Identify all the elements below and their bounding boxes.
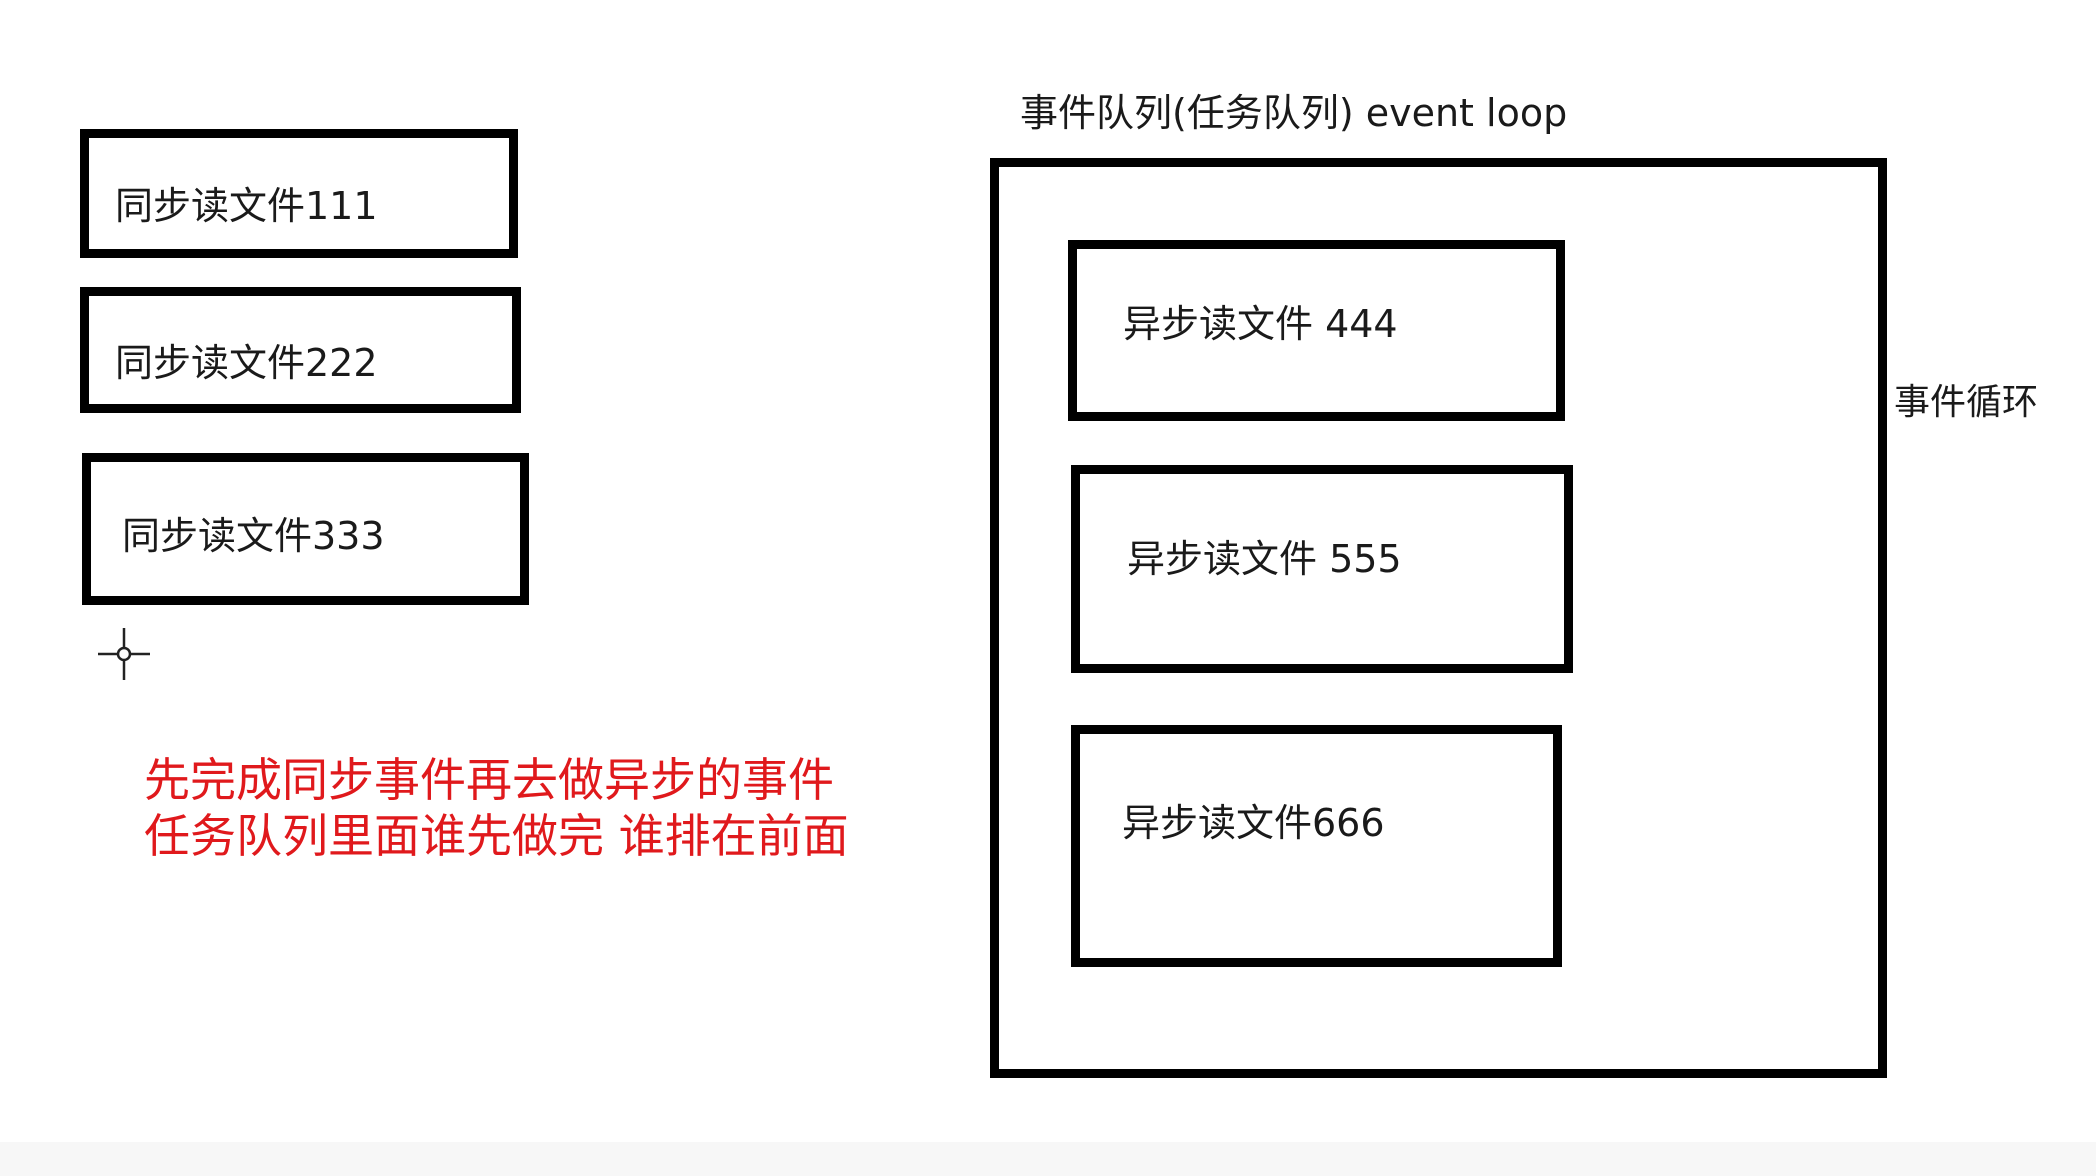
async-task-label: 异步读文件666 — [1122, 801, 1385, 845]
async-task-box-2: 异步读文件 555 — [1071, 465, 1573, 673]
bottom-strip — [0, 1142, 2096, 1176]
async-task-label: 异步读文件 555 — [1127, 537, 1402, 581]
sync-task-box-2: 同步读文件222 — [80, 287, 521, 413]
sync-task-label: 同步读文件111 — [115, 184, 378, 228]
sync-task-label: 同步读文件222 — [115, 341, 378, 385]
sync-task-label: 同步读文件333 — [122, 514, 385, 558]
note-line-1: 先完成同步事件再去做异步的事件 — [144, 753, 834, 807]
explanation-note: 先完成同步事件再去做异步的事件 任务队列里面谁先做完 谁排在前面 — [144, 752, 849, 864]
crosshair-cursor-icon — [98, 628, 150, 680]
sync-task-box-3: 同步读文件333 — [82, 453, 529, 605]
event-queue-title: 事件队列(任务队列) event loop — [1020, 91, 1568, 135]
event-loop-label: 事件循环 — [1894, 382, 2039, 423]
sync-task-box-1: 同步读文件111 — [80, 129, 518, 258]
async-task-box-1: 异步读文件 444 — [1068, 240, 1565, 421]
async-task-label: 异步读文件 444 — [1123, 302, 1398, 346]
async-task-box-3: 异步读文件666 — [1071, 725, 1562, 967]
note-line-2: 任务队列里面谁先做完 谁排在前面 — [144, 809, 849, 863]
